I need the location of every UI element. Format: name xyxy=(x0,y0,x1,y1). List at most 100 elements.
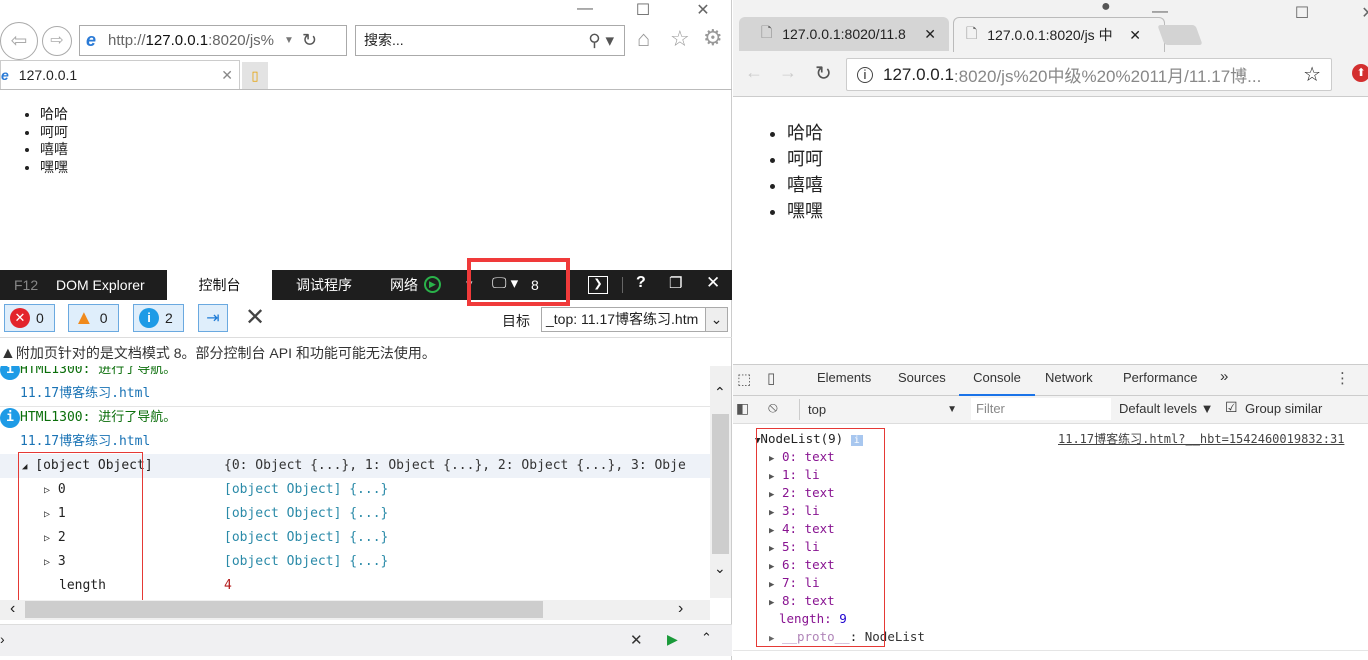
sidebar-toggle-icon[interactable]: ◧ xyxy=(736,400,749,417)
forward-button[interactable]: ⇨ xyxy=(42,26,72,56)
log-levels-select[interactable]: Default levels ▼ xyxy=(1119,401,1214,416)
close-tab-icon[interactable]: ✕ xyxy=(1129,27,1141,44)
tab-network[interactable]: Network xyxy=(1045,370,1093,385)
chevron-down-icon[interactable]: ▼ xyxy=(284,35,294,46)
group-similar-checkbox[interactable]: ☑ xyxy=(1225,399,1238,416)
tab-dom-explorer[interactable]: DOM Explorer xyxy=(42,270,159,300)
filter-input[interactable]: Filter xyxy=(971,398,1111,420)
tab-title: 127.0.0.1:8020/11.8 xyxy=(782,26,906,42)
vertical-scrollbar[interactable]: ⌃ ⌄ xyxy=(710,366,731,598)
page-list: 哈哈 呵呵 嘻嘻 嘿嘿 xyxy=(787,120,823,224)
reload-icon[interactable]: ↻ xyxy=(815,61,832,86)
settings-gear-icon[interactable]: ⚙ xyxy=(703,25,723,51)
new-tab-button[interactable]: ▯ xyxy=(242,62,268,89)
scroll-down-icon[interactable]: ⌄ xyxy=(714,560,726,577)
warning-count: 0 xyxy=(99,310,108,326)
f12-tab-bar: F12 DOM Explorer 控制台 调试程序 网络 ▶ ▾ 🖵 ▾ 8 ❯… xyxy=(0,270,732,300)
horizontal-scrollbar[interactable]: ‹ › xyxy=(0,600,710,620)
scroll-up-icon[interactable]: ⌃ xyxy=(714,384,726,401)
kebab-menu-icon[interactable]: ⋮ xyxy=(1335,369,1350,387)
scrollbar-thumb[interactable] xyxy=(712,414,729,554)
home-icon[interactable]: ⌂ xyxy=(637,26,650,52)
close-tab-icon[interactable]: ✕ xyxy=(221,67,233,84)
page-icon: 🗋 xyxy=(966,25,978,41)
toolbar: ← → ↻ i 127.0.0.1:8020/js%20中级%20%2011月/1… xyxy=(733,52,1368,97)
list-item: 嘻嘻 xyxy=(787,172,823,198)
undock-icon[interactable]: ❐ xyxy=(669,274,682,292)
clear-console-icon[interactable]: ✕ xyxy=(245,303,265,332)
chrome-window: ● — ☐ ✕ 🗋 127.0.0.1:8020/11.8 ✕ 🗋 127.0.0.1… xyxy=(733,0,1368,660)
maximize-button[interactable]: ☐ xyxy=(1287,3,1317,23)
omnibox[interactable]: i 127.0.0.1:8020/js%20中级%20%2011月/11.17博.… xyxy=(846,58,1332,91)
message-source-link[interactable]: 11.17博客练习.html xyxy=(0,430,710,454)
tab-sources[interactable]: Sources xyxy=(898,370,946,385)
warnings-filter-button[interactable]: ▲ 0 xyxy=(68,304,119,332)
scroll-right-icon[interactable]: › xyxy=(678,600,683,618)
error-icon: ✕ xyxy=(10,308,30,328)
help-icon[interactable]: ? xyxy=(636,274,646,292)
console-input[interactable]: › ✕ ▶ ⌃ xyxy=(0,624,732,656)
address-bar[interactable]: e http://127.0.0.1:8020/js% ▼ ↻ xyxy=(79,25,347,56)
close-button[interactable]: ✕ xyxy=(688,0,718,20)
tab-2-active[interactable]: 🗋 127.0.0.1:8020/js 中 ✕ xyxy=(953,17,1165,52)
favorites-star-icon[interactable]: ☆ xyxy=(670,26,690,52)
more-tabs-button[interactable]: » xyxy=(1220,368,1228,385)
expand-input-icon[interactable]: ⌃ xyxy=(701,630,712,646)
device-toggle-icon[interactable]: ▯ xyxy=(767,369,775,387)
info-filter-button[interactable]: i2 xyxy=(133,304,184,332)
tab-elements[interactable]: Elements xyxy=(817,370,871,385)
run-icon[interactable]: ▶ xyxy=(667,631,678,648)
profile-icon[interactable]: ● xyxy=(1101,0,1111,16)
list-item: 嘿嘿 xyxy=(787,198,823,224)
url-host: 127.0.0.1 xyxy=(883,64,954,84)
search-icon[interactable]: ⚲ ▾ xyxy=(588,26,614,55)
bookmark-star-icon[interactable]: ☆ xyxy=(1303,62,1321,87)
inspect-icon[interactable]: ⬚ xyxy=(737,370,751,388)
url-scheme: http:// xyxy=(108,32,146,49)
minimize-button[interactable]: — xyxy=(570,0,600,18)
tab-127001[interactable]: e 127.0.0.1 ✕ xyxy=(0,60,240,89)
new-tab-button[interactable] xyxy=(1157,25,1203,45)
context-select[interactable]: top ▼ xyxy=(799,399,963,420)
search-input[interactable]: 搜索... ⚲ ▾ xyxy=(355,25,625,56)
object-summary: {0: Object {...}, 1: Object {...}, 2: Ob… xyxy=(224,458,686,473)
clear-input-icon[interactable]: ✕ xyxy=(630,631,643,649)
chevron-down-icon[interactable]: ⌄ xyxy=(705,308,727,331)
scroll-left-icon[interactable]: ‹ xyxy=(10,600,15,618)
tab-title: 127.0.0.1 xyxy=(18,67,78,83)
message-source-link[interactable]: 11.17博客练习.html?__hbt=1542460019832:31 xyxy=(1058,430,1344,447)
url-path: :8020/js% xyxy=(208,32,274,49)
ie-logo-icon: e xyxy=(1,67,9,83)
maximize-button[interactable]: ☐ xyxy=(628,0,658,20)
highlight-box xyxy=(467,258,570,306)
close-button[interactable]: ✕ xyxy=(1353,3,1368,23)
clear-on-navigate-button[interactable]: ⇥ xyxy=(198,304,228,332)
tab-console[interactable]: 控制台 xyxy=(167,270,272,300)
play-icon[interactable]: ▶ xyxy=(424,276,441,293)
tab-title: 127.0.0.1:8020/js 中 xyxy=(987,27,1113,43)
tab-network[interactable]: 网络 xyxy=(376,270,418,300)
back-icon[interactable]: ← xyxy=(745,62,763,83)
tree-value: [object Object] {...} xyxy=(224,530,389,545)
close-tab-icon[interactable]: ✕ xyxy=(924,26,936,43)
errors-filter-button[interactable]: ✕ 0 xyxy=(4,304,55,332)
extension-icon[interactable]: ⬆ xyxy=(1352,64,1368,82)
refresh-icon[interactable]: ↻ xyxy=(302,30,317,51)
tab-debugger[interactable]: 调试程序 xyxy=(282,270,366,300)
url-path: :8020/js%20中级%20%2011月/11.17博... xyxy=(953,67,1262,86)
target-select[interactable]: _top: 11.17博客练习.htm ⌄ xyxy=(541,307,728,332)
info-icon[interactable]: i xyxy=(857,66,873,83)
info-icon: i xyxy=(0,366,20,380)
forward-icon[interactable]: → xyxy=(779,62,797,83)
tab-1[interactable]: 🗋 127.0.0.1:8020/11.8 ✕ xyxy=(739,17,949,51)
back-button[interactable]: ⇦ xyxy=(0,22,38,60)
message-source-link[interactable]: 11.17博客练习.html xyxy=(0,382,710,406)
warning-icon: ▲ xyxy=(74,306,94,329)
scrollbar-thumb[interactable] xyxy=(25,601,543,618)
console-toggle-icon[interactable]: ❯ xyxy=(588,276,608,294)
tab-performance[interactable]: Performance xyxy=(1123,370,1197,385)
warning-icon: ▲ xyxy=(0,345,16,362)
tab-console[interactable]: Console xyxy=(959,370,1035,396)
clear-console-icon[interactable]: ⦸ xyxy=(768,399,778,416)
close-devtools-icon[interactable]: ✕ xyxy=(706,273,720,293)
